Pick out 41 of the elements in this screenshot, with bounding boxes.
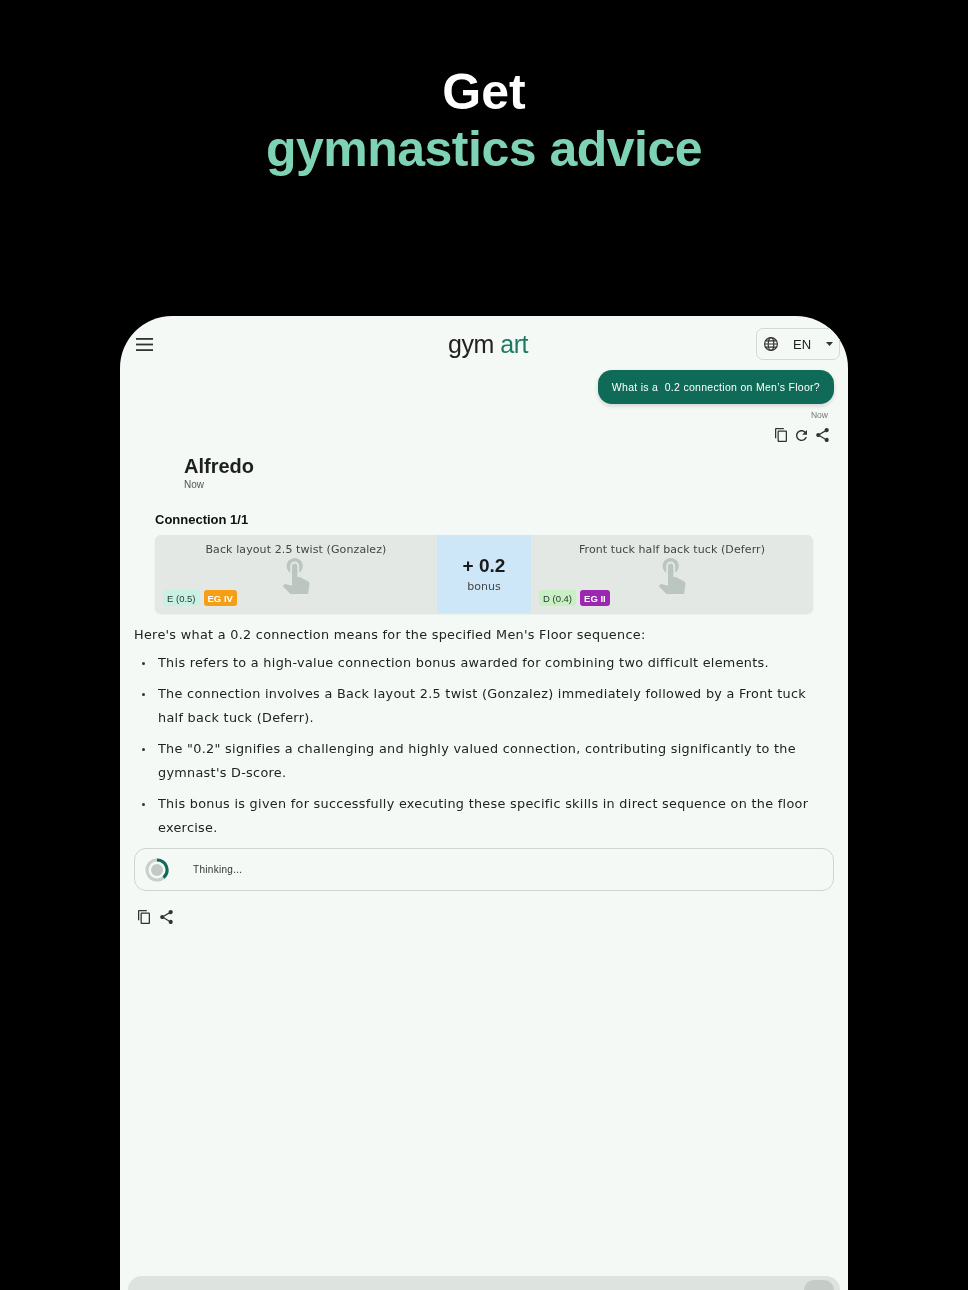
bullet-icon <box>142 662 145 665</box>
score-badge: EG IV <box>203 590 237 606</box>
skill-name: Back layout 2.5 twist (Gonzalez) <box>205 543 387 556</box>
tap-finger-icon <box>282 558 310 594</box>
globe-icon <box>764 337 778 351</box>
menu-icon[interactable] <box>136 337 153 351</box>
app-logo: gym art <box>448 330 528 358</box>
score-badge: E (0.5) <box>163 590 200 606</box>
answer-bullet: This refers to a high-value connection bonus awarded for combining two difficult elements. <box>158 654 769 672</box>
skill-panel[interactable]: Front tuck half back tuck (Deferr) D (0.4) EG II <box>531 535 813 613</box>
share-icon[interactable] <box>816 428 829 442</box>
refresh-icon[interactable] <box>796 429 807 441</box>
message-input-field[interactable] <box>128 1276 840 1290</box>
caret-icon <box>826 342 833 346</box>
tap-finger-icon <box>658 558 686 594</box>
thinking-text: Thinking... <box>193 864 243 875</box>
bullet-icon <box>142 693 145 696</box>
bullet-icon <box>142 748 145 751</box>
answer-bullet: The "0.2" signifies a challenging and highly valued connection, contributing significantly to the gymnast's D-score. <box>158 740 797 782</box>
score-badge: EG II <box>580 590 610 606</box>
share-icon[interactable] <box>160 910 173 924</box>
language-dropdown[interactable]: EN <box>756 328 840 360</box>
loading-spinner-icon <box>145 857 169 882</box>
user-message: What is a 0.2 connection on Men’s Floor? <box>597 370 834 404</box>
bonus-value: + 0.2 <box>462 555 506 577</box>
answer-bullet: The connection involves a Back layout 2.5 twist (Gonzalez) immediately followed by a Front tuck half back tuck (Deferr). <box>158 685 808 727</box>
assistant-name: Alfredo <box>184 454 254 478</box>
message-time: Now <box>811 410 828 420</box>
copy-icon[interactable] <box>775 428 787 442</box>
message-time: Now <box>184 479 204 490</box>
skill-panel[interactable]: Back layout 2.5 twist (Gonzalez) E (0.5) EG IV <box>155 535 437 613</box>
answer-bullet: This bonus is given for successfully executing these specific skills in direct sequence on the floor exercise. <box>158 795 810 837</box>
bullet-icon <box>142 803 145 806</box>
headline: Get <box>442 64 526 121</box>
copy-icon[interactable] <box>138 910 150 924</box>
answer-intro: Here's what a 0.2 connection means for the specified Men's Floor sequence: <box>134 627 647 643</box>
bonus-label: bonus <box>467 580 501 593</box>
score-badge: D (0.4) <box>539 590 577 606</box>
headline-accent: gymnastics advice <box>265 121 703 178</box>
skill-name: Front tuck half back tuck (Deferr) <box>578 543 766 556</box>
connection-title: Connection 1/1 <box>155 512 249 527</box>
